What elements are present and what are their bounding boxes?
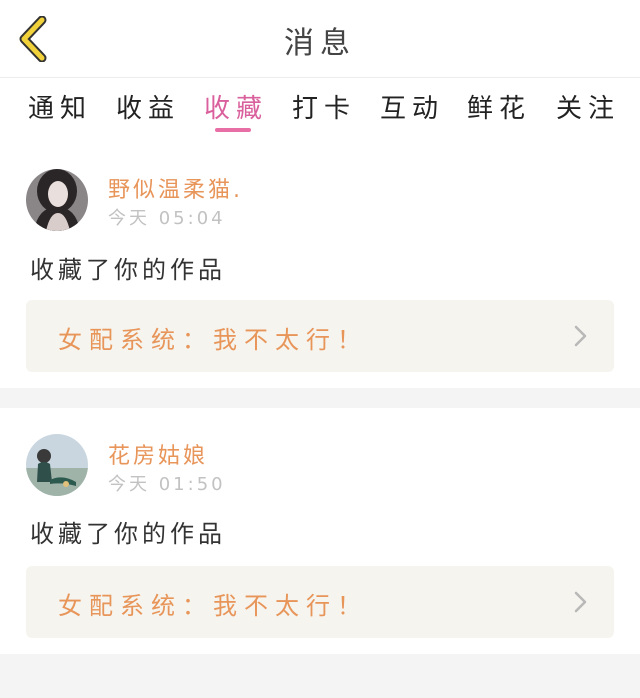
- tab-favorites[interactable]: 收藏: [204, 88, 268, 125]
- tab-interactions[interactable]: 互动: [380, 88, 444, 125]
- chevron-right-icon: [574, 325, 587, 347]
- tab-notifications[interactable]: 通知: [28, 88, 92, 125]
- work-title: 女配系统：我不太行！: [58, 592, 368, 620]
- chevron-right-icon: [574, 591, 587, 613]
- username[interactable]: 花房姑娘: [108, 438, 208, 470]
- tab-bar: 通知 收益 收藏 打卡 互动 鲜花 关注: [0, 80, 640, 136]
- work-title: 女配系统：我不太行！: [58, 326, 368, 354]
- work-link[interactable]: 女配系统：我不太行！: [26, 566, 614, 638]
- tab-flowers[interactable]: 鲜花: [467, 88, 531, 125]
- avatar[interactable]: [26, 169, 88, 231]
- active-tab-indicator: [215, 128, 251, 132]
- avatar[interactable]: [26, 434, 88, 496]
- timestamp: 今天 01:50: [108, 474, 226, 495]
- tab-following[interactable]: 关注: [556, 88, 620, 125]
- notification-card: 花房姑娘 今天 01:50 收藏了你的作品 女配系统：我不太行！: [0, 408, 640, 648]
- page-title: 消息: [284, 26, 356, 61]
- top-bar: 消息: [0, 0, 640, 78]
- tab-check-in[interactable]: 打卡: [292, 88, 356, 125]
- notification-card: 野似温柔猫. 今天 05:04 收藏了你的作品 女配系统：我不太行！: [0, 148, 640, 388]
- work-link[interactable]: 女配系统：我不太行！: [26, 300, 614, 372]
- action-text: 收藏了你的作品: [30, 520, 226, 548]
- timestamp: 今天 05:04: [108, 208, 226, 229]
- separator: [0, 654, 640, 698]
- tab-earnings[interactable]: 收益: [116, 88, 180, 125]
- separator: [0, 388, 640, 408]
- action-text: 收藏了你的作品: [30, 256, 226, 284]
- username[interactable]: 野似温柔猫.: [108, 172, 243, 204]
